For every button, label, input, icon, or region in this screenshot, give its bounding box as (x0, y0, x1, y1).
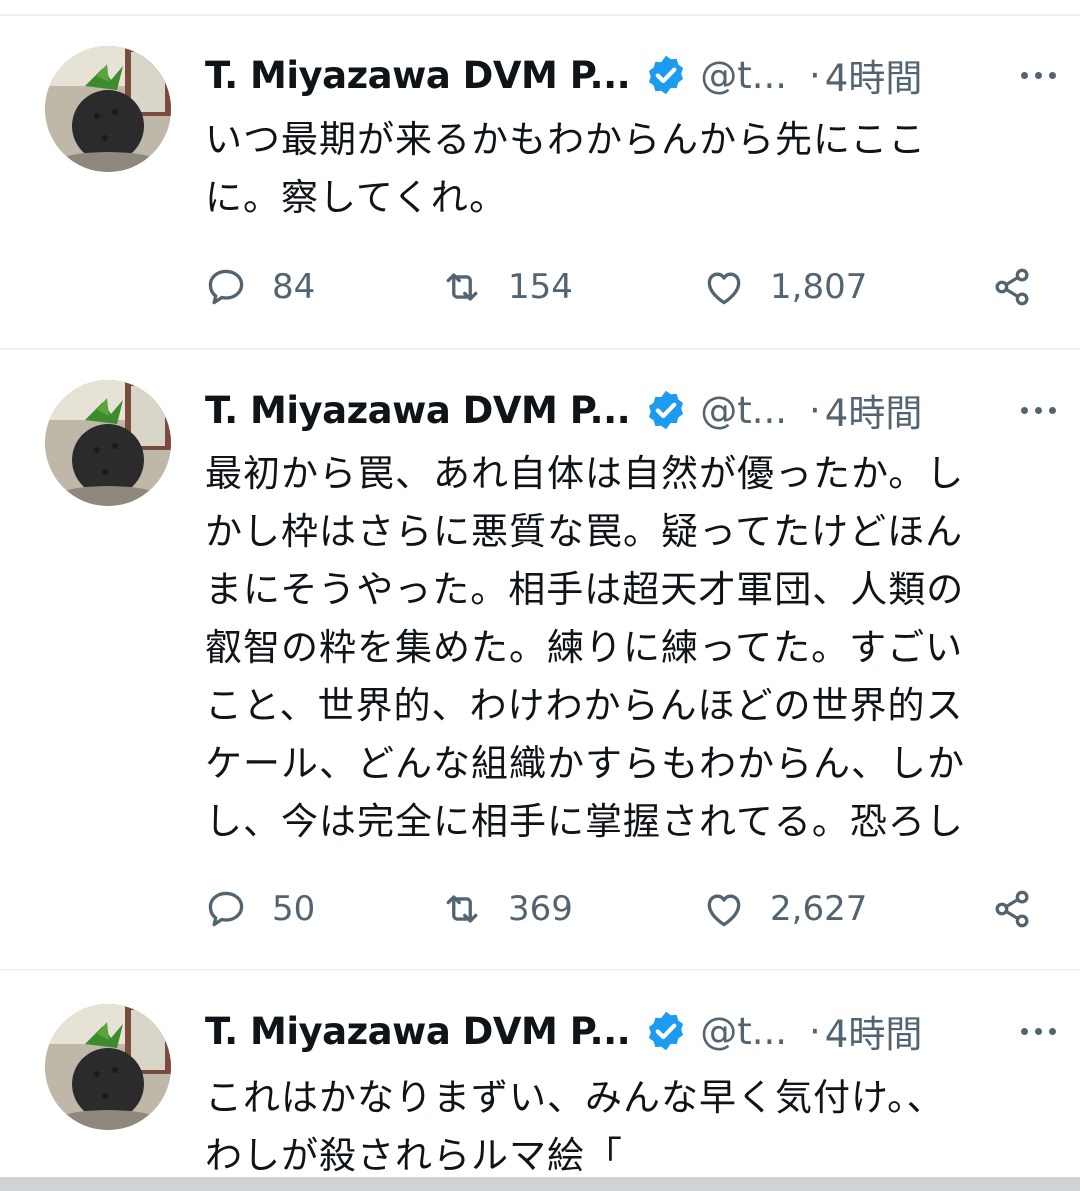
display-name[interactable]: T. Miyazawa DVM P... (205, 389, 631, 432)
reply-count: 50 (272, 889, 316, 929)
bottom-edge-bar (0, 1177, 1080, 1191)
avatar-image (45, 380, 171, 506)
share-icon (995, 268, 1029, 306)
avatar[interactable] (45, 380, 171, 506)
action-bar: 84 154 1,807 (200, 257, 1040, 317)
timestamp[interactable]: 4時間 (825, 48, 923, 102)
action-bar: 50 369 2,627 (200, 879, 1040, 939)
retweet-button[interactable]: 154 (440, 257, 573, 317)
avatar-image (45, 46, 171, 172)
avatar[interactable] (45, 46, 171, 172)
handle[interactable]: @t... (700, 389, 787, 432)
like-count: 2,627 (770, 889, 868, 929)
avatar[interactable] (45, 1004, 171, 1130)
timestamp[interactable]: 4時間 (825, 383, 923, 437)
retweet-count: 154 (508, 267, 573, 307)
tweet-text: これはかなりまずい、みんな早く気付け。、 わしが殺されらルマ絵「 (205, 1076, 945, 1177)
reply-count: 84 (272, 267, 316, 307)
retweet-button[interactable]: 369 (440, 879, 573, 939)
tweet-header: T. Miyazawa DVM P... @t... · 4時間 (205, 380, 1055, 440)
tweet-header: T. Miyazawa DVM P... @t... · 4時間 (205, 1001, 1055, 1061)
reply-icon (208, 891, 244, 927)
heart-icon (707, 272, 741, 305)
timestamp[interactable]: 4時間 (825, 1004, 923, 1058)
more-options-icon[interactable] (1021, 1001, 1056, 1061)
like-button[interactable]: 1,807 (702, 257, 867, 317)
retweet-icon (446, 895, 478, 923)
retweet-count: 369 (508, 889, 573, 929)
display-name[interactable]: T. Miyazawa DVM P... (205, 1010, 631, 1053)
tweet-text: いつ最期が来るかもわからんから先にここ に。察してくれ。 (205, 118, 927, 219)
tweet-3[interactable]: T. Miyazawa DVM P... @t... · 4時間 これはかなりま… (0, 970, 1080, 1177)
avatar-image (45, 1004, 171, 1130)
separator-dot: · (809, 388, 821, 432)
share-button[interactable] (990, 257, 1058, 317)
tweet-2[interactable]: T. Miyazawa DVM P... @t... · 4時間 最初から罠、あ… (0, 349, 1080, 969)
heart-icon (707, 894, 741, 927)
handle[interactable]: @t... (700, 54, 787, 97)
more-options-icon[interactable] (1021, 45, 1056, 105)
reply-button[interactable]: 50 (204, 879, 315, 939)
more-options-icon[interactable] (1021, 380, 1056, 440)
separator-dot: · (809, 53, 821, 97)
like-button[interactable]: 2,627 (702, 879, 867, 939)
tweet-text: 最初から罠、あれ自体は自然が優ったか。し かし枠はさらに悪質な罠。疑ってたけどほ… (205, 452, 965, 843)
share-icon (995, 890, 1029, 928)
share-button[interactable] (990, 879, 1058, 939)
verified-badge-icon (649, 55, 684, 95)
separator-dot: · (809, 1009, 821, 1053)
reply-icon (208, 269, 244, 305)
display-name[interactable]: T. Miyazawa DVM P... (205, 54, 631, 97)
verified-badge-icon (649, 390, 684, 430)
tweet-header: T. Miyazawa DVM P... @t... · 4時間 (205, 45, 1055, 105)
reply-button[interactable]: 84 (204, 257, 315, 317)
tweet-1[interactable]: T. Miyazawa DVM P... @t... · 4時間 いつ最期が来る… (0, 0, 1080, 348)
retweet-icon (446, 273, 478, 301)
verified-badge-icon (649, 1011, 684, 1051)
like-count: 1,807 (770, 267, 868, 307)
handle[interactable]: @t... (700, 1010, 787, 1053)
